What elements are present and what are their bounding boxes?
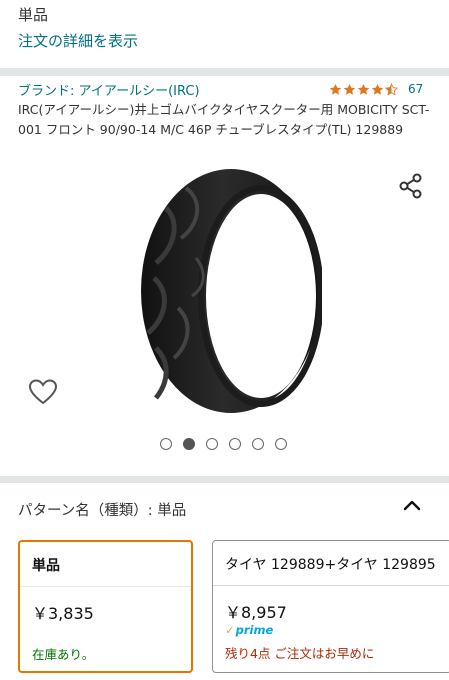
option-divider (213, 585, 449, 586)
low-stock-warning: 残り4点 ご注文はお早めに (225, 646, 375, 661)
option-card-bundle[interactable]: タイヤ 129889+タイヤ 129895 ￥8,957 ✓prime 残り4点… (212, 540, 449, 673)
chevron-up-icon[interactable] (402, 496, 422, 514)
option-name: タイヤ 129889+タイヤ 129895 (225, 557, 436, 573)
star-full-icon (343, 83, 356, 95)
pattern-name-label: パターン名（種類）: 単品 (18, 503, 187, 519)
section-divider (0, 476, 449, 483)
order-info-section: 単品 注文の詳細を表示 (0, 0, 449, 68)
motorcycle-tire-image[interactable] (126, 168, 322, 414)
rating-count[interactable]: 67 (408, 82, 423, 96)
star-full-icon (357, 83, 370, 95)
variant-text: 単品 (18, 6, 49, 24)
star-half-icon (385, 82, 398, 95)
carousel-dot[interactable] (229, 438, 241, 450)
option-price: ￥8,957 (225, 603, 287, 622)
option-divider (20, 586, 191, 587)
view-order-details-link[interactable]: 注文の詳細を表示 (18, 30, 138, 51)
stock-status: 在庫あり。 (32, 647, 95, 662)
section-divider (0, 68, 449, 76)
carousel-dot[interactable] (275, 438, 287, 450)
star-full-icon (329, 83, 342, 95)
rating-summary[interactable]: 67 (329, 82, 423, 96)
share-icon[interactable] (397, 172, 425, 200)
heart-icon[interactable] (28, 378, 58, 406)
carousel-dot[interactable] (206, 438, 218, 450)
image-carousel-dots[interactable] (160, 438, 287, 450)
star-full-icon (371, 83, 384, 95)
carousel-dot[interactable] (252, 438, 264, 450)
option-price: ￥3,835 (32, 604, 94, 623)
prime-label: prime (235, 623, 274, 637)
prime-check-icon: ✓ (225, 623, 235, 637)
brand-link[interactable]: ブランド: アイアールシー(IRC) (18, 80, 200, 99)
option-name: 単品 (32, 558, 60, 574)
prime-badge: ✓prime (225, 623, 273, 637)
carousel-dot[interactable] (160, 438, 172, 450)
star-rating (329, 82, 398, 96)
option-card-single[interactable]: 単品 ￥3,835 在庫あり。 (18, 540, 193, 673)
product-title: IRC(アイアールシー)井上ゴムバイクタイヤスクーター用 MOBICITY SC… (18, 102, 430, 137)
carousel-dot-active[interactable] (183, 438, 195, 450)
